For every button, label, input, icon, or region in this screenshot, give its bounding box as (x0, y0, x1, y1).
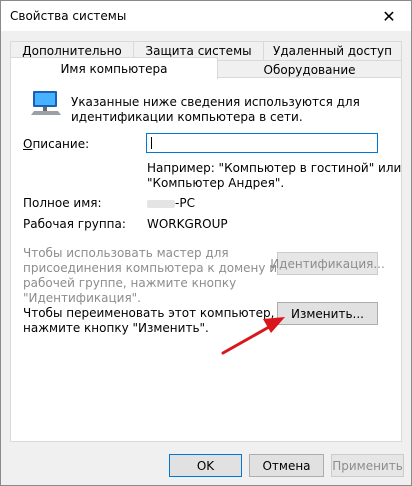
red-arrow-annotation (221, 317, 285, 355)
arrow-head (263, 317, 285, 333)
arrow-shaft (221, 325, 271, 355)
system-properties-window: Свойства системы ✕ Дополнительно Защита … (0, 0, 412, 486)
